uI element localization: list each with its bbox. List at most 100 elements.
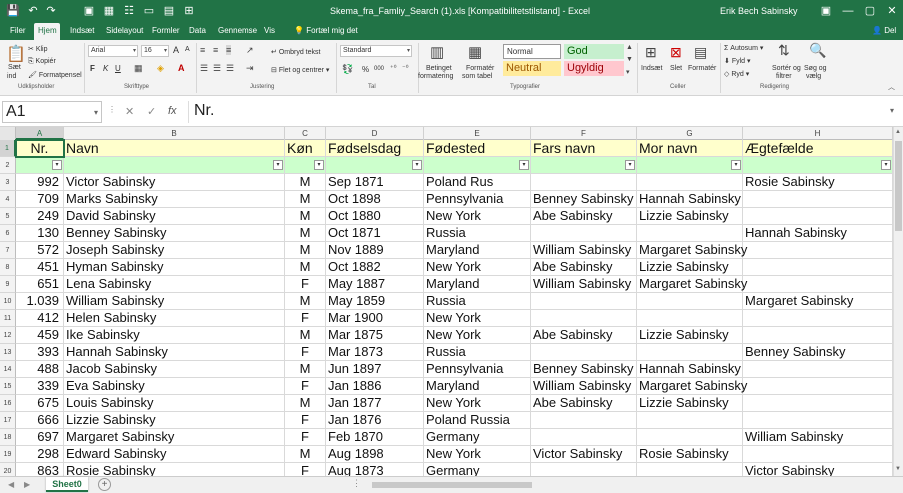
cell-f[interactable] <box>531 225 637 242</box>
decrease-decimal-icon[interactable]: ⁻⁰ <box>402 64 409 72</box>
header-cell-h[interactable]: Ægtefælde <box>743 140 893 157</box>
cell-c[interactable]: M <box>285 259 326 276</box>
add-sheet-button[interactable]: + <box>98 478 111 491</box>
paste-button-label-2[interactable]: ind <box>7 73 16 80</box>
cell-c[interactable]: M <box>285 327 326 344</box>
cell-b[interactable]: William Sabinsky <box>64 293 285 310</box>
filter-cell-e[interactable]: ▾ <box>424 157 531 174</box>
cell-e[interactable]: Germany <box>424 463 531 476</box>
user-name[interactable]: Erik Bech Sabinsky <box>720 6 798 16</box>
insert-function-icon[interactable]: fx <box>168 105 177 117</box>
cell-d[interactable]: Oct 1880 <box>326 208 424 225</box>
style-good[interactable]: God <box>564 44 624 59</box>
cell-f[interactable]: Benney Sabinsky <box>531 191 637 208</box>
cell-h[interactable] <box>743 378 893 395</box>
header-cell-c[interactable]: Køn <box>285 140 326 157</box>
cell-c[interactable]: M <box>285 191 326 208</box>
style-neutral[interactable]: Neutral <box>503 61 561 76</box>
cell-e[interactable]: Poland Russia <box>424 412 531 429</box>
row-header[interactable]: 11 <box>0 310 16 327</box>
quick-access-icon-2[interactable]: ▦ <box>102 4 116 18</box>
tab-data[interactable]: Data <box>189 26 206 35</box>
filter-dropdown-icon[interactable]: ▾ <box>52 160 62 170</box>
row-header[interactable]: 14 <box>0 361 16 378</box>
thousands-button[interactable]: 000 <box>374 66 384 72</box>
row-header[interactable]: 8 <box>0 259 16 276</box>
filter-dropdown-icon[interactable]: ▾ <box>273 160 283 170</box>
column-header-f[interactable]: F <box>531 127 637 140</box>
cell-f[interactable] <box>531 412 637 429</box>
style-bad[interactable]: Ugyldig <box>564 61 624 76</box>
filter-dropdown-icon[interactable]: ▾ <box>881 160 891 170</box>
row-header[interactable]: 3 <box>0 174 16 191</box>
cell-b[interactable]: Ike Sabinsky <box>64 327 285 344</box>
ribbon-display-options-icon[interactable]: ▣ <box>818 3 834 19</box>
grow-font-button[interactable]: A <box>173 45 179 55</box>
cell-a[interactable]: 709 <box>16 191 64 208</box>
enter-icon[interactable]: ✓ <box>147 105 156 118</box>
row-header[interactable]: 16 <box>0 395 16 412</box>
cell-g[interactable]: Margaret Sabinsky <box>637 378 747 395</box>
quick-access-icon-1[interactable]: ▣ <box>82 4 96 18</box>
clear-button[interactable]: ◇ Ryd ▾ <box>724 70 749 78</box>
minimize-button[interactable]: — <box>840 3 856 19</box>
format-table-icon[interactable]: ▦ <box>468 43 482 61</box>
filter-cell-g[interactable]: ▾ <box>637 157 743 174</box>
cell-g[interactable]: Lizzie Sabinsky <box>637 327 743 344</box>
cell-h[interactable] <box>743 395 893 412</box>
row-header[interactable]: 4 <box>0 191 16 208</box>
worksheet-grid[interactable]: ABCDEFGH 1 Nr. Navn Køn Fødselsdag Fødested Fa… <box>0 127 893 476</box>
redo-icon[interactable]: ↷ <box>44 4 58 18</box>
quick-access-icon-4[interactable]: ▭ <box>142 4 156 18</box>
cell-g[interactable] <box>637 310 743 327</box>
cell-g[interactable]: Rosie Sabinsky <box>637 446 743 463</box>
row-header[interactable]: 1 <box>0 140 16 157</box>
cell-a[interactable]: 863 <box>16 463 64 476</box>
filter-cell-h[interactable]: ▾ <box>743 157 893 174</box>
conditional-format-label-2[interactable]: formatering <box>418 73 453 80</box>
cell-e[interactable]: Russia <box>424 344 531 361</box>
cell-e[interactable]: New York <box>424 310 531 327</box>
cell-c[interactable]: F <box>285 378 326 395</box>
quick-access-icon-3[interactable]: ☷ <box>122 4 136 18</box>
scrollbar-splitter-icon[interactable]: ⋮ <box>352 478 361 489</box>
cancel-icon[interactable]: ✕ <box>125 105 134 118</box>
cell-c[interactable]: M <box>285 242 326 259</box>
cell-e[interactable]: Poland Rus <box>424 174 531 191</box>
format-table-label[interactable]: Formatér <box>466 65 494 72</box>
cell-g[interactable] <box>637 174 743 191</box>
cell-c[interactable]: F <box>285 429 326 446</box>
sheet-tab[interactable]: Sheet0 <box>46 477 88 492</box>
expand-formula-bar-icon[interactable]: ▾ <box>890 106 894 115</box>
row-header[interactable]: 10 <box>0 293 16 310</box>
cell-f[interactable] <box>531 344 637 361</box>
cell-c[interactable]: M <box>285 395 326 412</box>
row-header[interactable]: 13 <box>0 344 16 361</box>
cell-f[interactable]: William Sabinsky <box>531 276 637 293</box>
cell-g[interactable]: Hannah Sabinsky <box>637 361 743 378</box>
filter-dropdown-icon[interactable]: ▾ <box>625 160 635 170</box>
cell-c[interactable]: F <box>285 276 326 293</box>
tab-home[interactable]: Hjem <box>34 23 60 40</box>
cell-c[interactable]: M <box>285 293 326 310</box>
number-format-select[interactable]: Standard ▾ <box>340 45 412 57</box>
tab-file[interactable]: Filer <box>10 26 26 35</box>
cell-h[interactable]: Hannah Sabinsky <box>743 225 893 242</box>
cell-b[interactable]: Louis Sabinsky <box>64 395 285 412</box>
cell-h[interactable] <box>743 361 893 378</box>
filter-dropdown-icon[interactable]: ▾ <box>314 160 324 170</box>
cell-b[interactable]: Jacob Sabinsky <box>64 361 285 378</box>
cell-b[interactable]: Margaret Sabinsky <box>64 429 285 446</box>
find-select-label[interactable]: Søg og <box>804 65 827 72</box>
cell-e[interactable]: New York <box>424 259 531 276</box>
cell-d[interactable]: Jan 1877 <box>326 395 424 412</box>
fill-color-icon[interactable]: ◈ <box>157 63 164 74</box>
cell-d[interactable]: Feb 1870 <box>326 429 424 446</box>
select-all-corner[interactable] <box>0 127 16 140</box>
tab-page-layout[interactable]: Sidelayout <box>106 26 143 35</box>
cell-d[interactable]: Oct 1898 <box>326 191 424 208</box>
cell-a[interactable]: 992 <box>16 174 64 191</box>
horizontal-scroll-thumb[interactable] <box>372 482 532 488</box>
align-left-icon[interactable]: ☰ <box>200 63 208 74</box>
cell-d[interactable]: Mar 1873 <box>326 344 424 361</box>
